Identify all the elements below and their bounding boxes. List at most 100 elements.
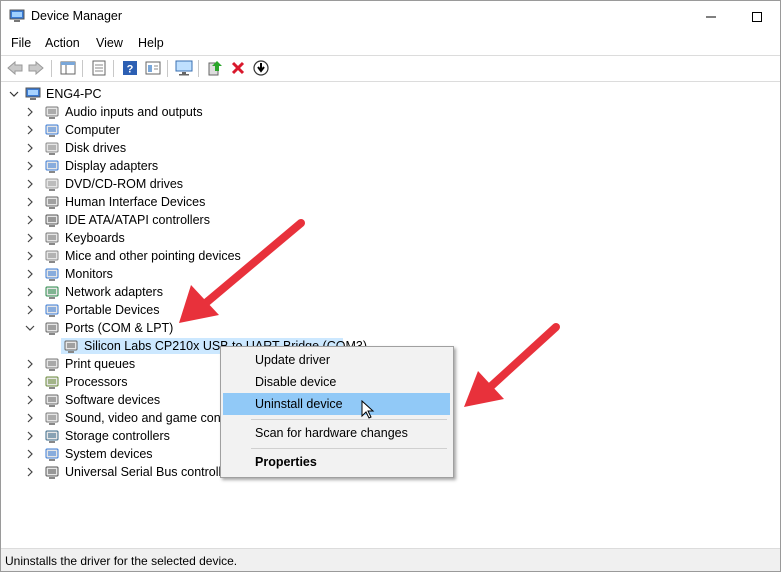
tree-category-label[interactable]: Disk drives	[65, 139, 126, 157]
tree-expander[interactable]	[25, 197, 35, 207]
tree-category-label[interactable]: Display adapters	[65, 157, 158, 175]
menu-item-properties[interactable]: Properties	[223, 451, 450, 473]
tree-expander[interactable]	[25, 233, 35, 243]
tree-category-label[interactable]: Storage controllers	[65, 427, 170, 445]
tree-expander[interactable]	[25, 215, 35, 225]
tree-category-label[interactable]: Processors	[65, 373, 128, 391]
help-button[interactable]: ?	[121, 59, 139, 77]
tree-category-label[interactable]: Monitors	[65, 265, 113, 283]
forward-button[interactable]	[27, 59, 45, 77]
tree-expander[interactable]	[25, 395, 35, 405]
computer-root-icon	[25, 87, 41, 100]
port-icon	[63, 338, 79, 354]
menu-file[interactable]: File	[11, 36, 31, 50]
minimize-button[interactable]	[688, 1, 734, 32]
chevron-right-icon	[27, 179, 33, 189]
mouse-cursor-icon	[361, 400, 375, 419]
chevron-right-icon	[27, 197, 33, 207]
update-driver-button[interactable]	[206, 59, 224, 77]
processor-icon	[44, 374, 60, 390]
menu-action[interactable]: Action	[45, 36, 80, 50]
menu-help[interactable]: Help	[138, 36, 164, 50]
maximize-button[interactable]	[734, 1, 780, 32]
forward-icon	[28, 61, 44, 75]
dvd-drive-icon	[44, 176, 60, 192]
uninstall-button[interactable]	[229, 59, 247, 77]
menu-item-update-driver[interactable]: Update driver	[223, 349, 450, 371]
computer-icon	[44, 122, 60, 138]
tree-expander[interactable]	[25, 467, 35, 477]
root-node-label[interactable]: ENG4-PC	[46, 85, 102, 103]
tree-category-label[interactable]: Network adapters	[65, 283, 163, 301]
tree-expander[interactable]	[25, 179, 35, 189]
tree-expander[interactable]	[25, 377, 35, 387]
chevron-right-icon	[27, 305, 33, 315]
uninstall-icon	[231, 61, 245, 75]
annotation-arrow-ports	[179, 219, 305, 323]
tree-category-label[interactable]: DVD/CD-ROM drives	[65, 175, 183, 193]
properties-button[interactable]	[90, 59, 108, 77]
tree-expander[interactable]	[25, 143, 35, 153]
menu-item-scan-hardware[interactable]: Scan for hardware changes	[223, 422, 450, 444]
show-hide-tree-icon	[60, 61, 76, 75]
tree-category-label[interactable]: Portable Devices	[65, 301, 160, 319]
root-expander[interactable]	[9, 89, 19, 99]
chevron-right-icon	[27, 467, 33, 477]
tree-category-label[interactable]: System devices	[65, 445, 153, 463]
chevron-right-icon	[27, 251, 33, 261]
menu-item-disable-device[interactable]: Disable device	[223, 371, 450, 393]
tree-expander[interactable]	[25, 287, 35, 297]
chevron-right-icon	[27, 233, 33, 243]
menu-item-uninstall-device[interactable]: Uninstall device	[223, 393, 450, 415]
tree-category-label[interactable]: Universal Serial Bus controllers	[65, 463, 239, 481]
context-menu: Update driver Disable device Uninstall d…	[220, 346, 454, 478]
annotation-arrow-uninstall	[464, 323, 560, 407]
port-icon	[44, 320, 60, 336]
device-manager-icon	[9, 9, 25, 22]
view-icon	[145, 61, 161, 75]
monitor-icon	[44, 266, 60, 282]
tree-expander[interactable]	[25, 251, 35, 261]
tree-expander[interactable]	[25, 449, 35, 459]
menu-view[interactable]: View	[96, 36, 123, 50]
show-hide-tree-button[interactable]	[59, 59, 77, 77]
tree-expander[interactable]	[25, 359, 35, 369]
tree-expander[interactable]	[25, 161, 35, 171]
tree-category-label[interactable]: Keyboards	[65, 229, 125, 247]
status-bar: Uninstalls the driver for the selected d…	[1, 548, 780, 571]
disk-drive-icon	[44, 140, 60, 156]
chevron-right-icon	[27, 143, 33, 153]
tree-expander[interactable]	[25, 323, 35, 333]
view-button[interactable]	[144, 59, 162, 77]
tree-expander[interactable]	[25, 107, 35, 117]
chevron-right-icon	[27, 449, 33, 459]
tree-expander[interactable]	[25, 431, 35, 441]
speaker-icon	[44, 104, 60, 120]
tree-expander[interactable]	[25, 305, 35, 315]
toolbar: ?	[1, 55, 780, 82]
tree-expander[interactable]	[25, 413, 35, 423]
install-button[interactable]	[252, 59, 270, 77]
tree-category-label[interactable]: Computer	[65, 121, 120, 139]
back-button[interactable]	[6, 59, 24, 77]
printer-icon	[44, 356, 60, 372]
mouse-icon	[44, 248, 60, 264]
tree-expander[interactable]	[25, 269, 35, 279]
tree-category-label[interactable]: Ports (COM & LPT)	[65, 319, 173, 337]
chevron-down-icon	[25, 325, 35, 331]
tree-category-label[interactable]: Software devices	[65, 391, 160, 409]
tree-category-label[interactable]: Print queues	[65, 355, 135, 373]
menu-bar: File Action View Help	[1, 32, 780, 54]
scan-hardware-button[interactable]	[175, 59, 193, 77]
tree-category-label[interactable]: Audio inputs and outputs	[65, 103, 203, 121]
back-icon	[7, 61, 23, 75]
system-device-icon	[44, 446, 60, 462]
svg-text:?: ?	[127, 64, 134, 76]
tree-category-label[interactable]: Human Interface Devices	[65, 193, 205, 211]
tree-expander[interactable]	[25, 125, 35, 135]
chevron-right-icon	[27, 161, 33, 171]
menu-separator	[251, 419, 447, 420]
chevron-right-icon	[27, 359, 33, 369]
chevron-right-icon	[27, 377, 33, 387]
network-adapter-icon	[44, 284, 60, 300]
